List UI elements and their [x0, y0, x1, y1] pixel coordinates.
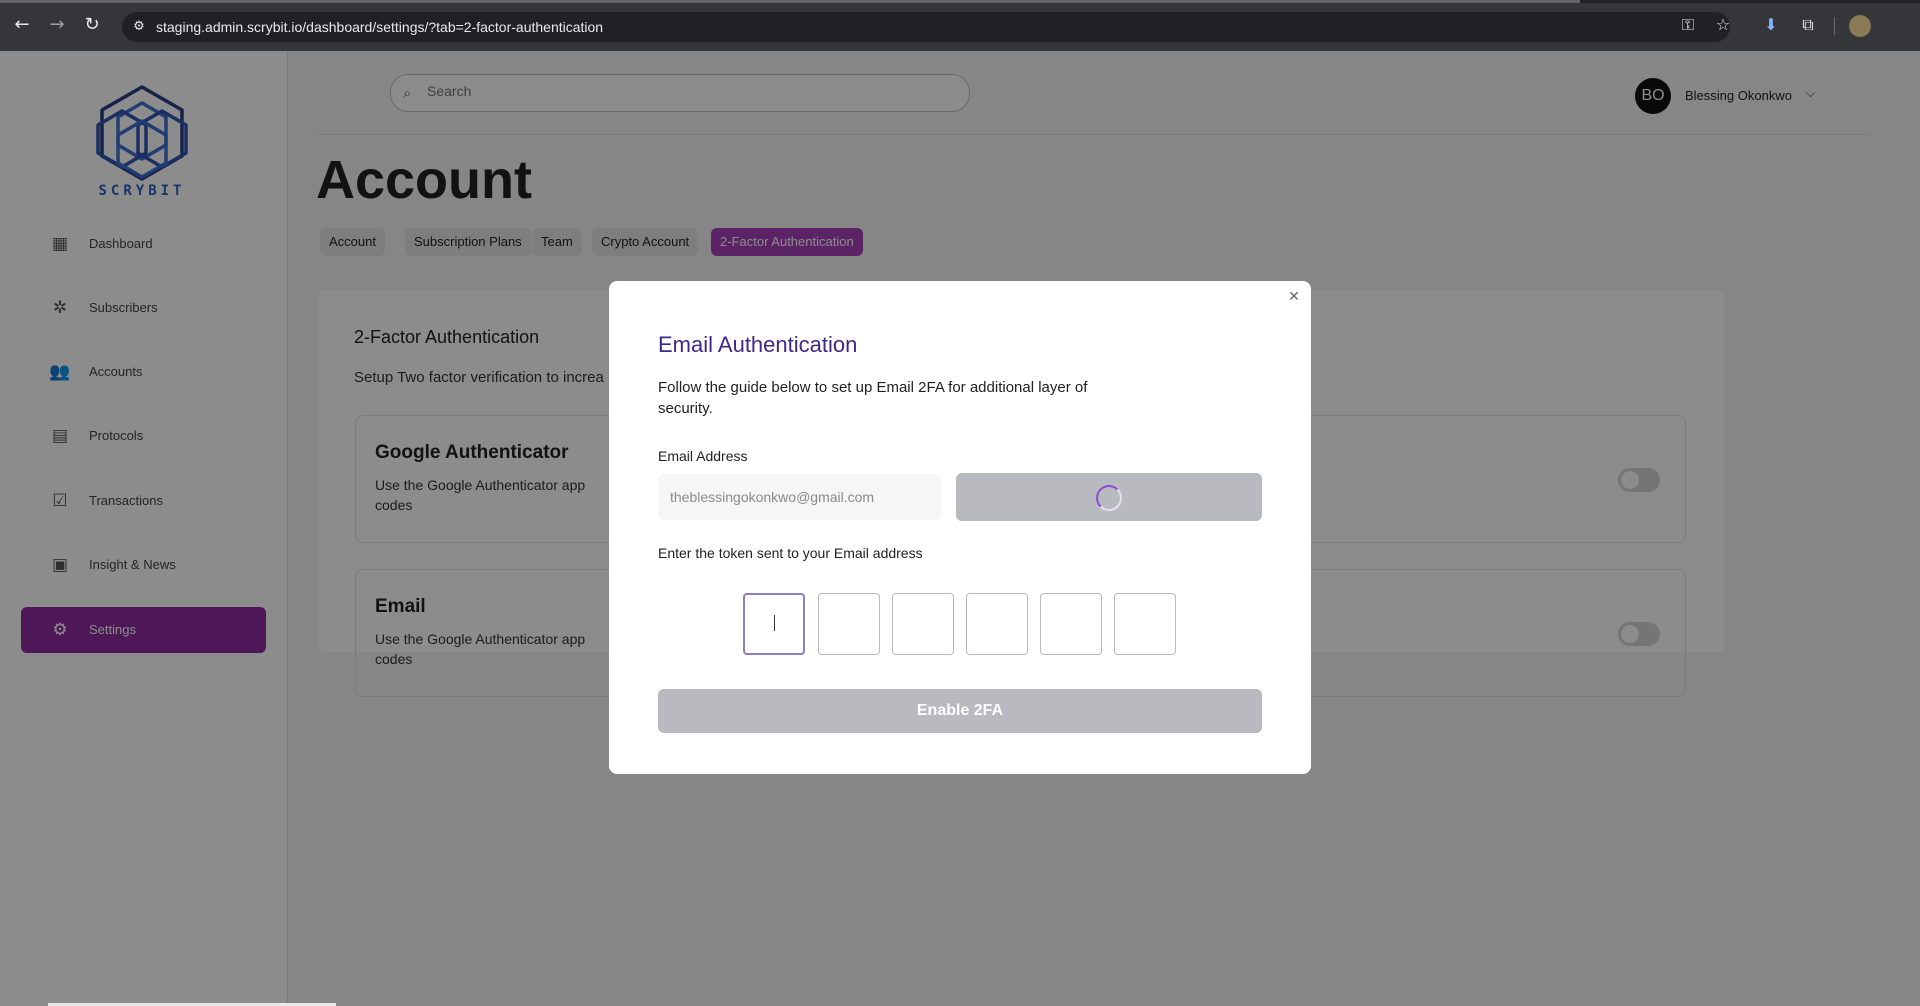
- address-bar[interactable]: ⚙ staging.admin.scrybit.io/dashboard/set…: [122, 12, 1730, 42]
- otp-digit-6[interactable]: [1114, 593, 1176, 655]
- modal-title: Email Authentication: [658, 332, 858, 357]
- reload-icon[interactable]: ↻: [80, 13, 104, 37]
- email-authentication-modal: ✕ Email Authentication Follow the guide …: [609, 281, 1311, 774]
- back-icon[interactable]: ←: [10, 13, 34, 37]
- profile-avatar[interactable]: [1849, 15, 1871, 37]
- browser-toolbar: ← → ↻ ⚙ staging.admin.scrybit.io/dashboa…: [0, 0, 1920, 51]
- otp-digit-3[interactable]: [892, 593, 954, 655]
- download-icon[interactable]: ⬇: [1760, 14, 1782, 36]
- otp-digit-2[interactable]: [818, 593, 880, 655]
- loading-spinner-icon: [1096, 485, 1122, 511]
- password-key-icon[interactable]: ⚿: [1677, 14, 1699, 36]
- send-token-button[interactable]: [956, 473, 1262, 521]
- forward-icon[interactable]: →: [45, 13, 69, 37]
- otp-digit-4[interactable]: [966, 593, 1028, 655]
- extensions-icon[interactable]: ⧉: [1797, 14, 1819, 36]
- toolbar-separator: [1834, 17, 1835, 35]
- site-info-icon[interactable]: ⚙: [130, 18, 148, 36]
- close-icon[interactable]: ✕: [1286, 289, 1302, 305]
- tab-strip: [0, 0, 1920, 3]
- active-tab-indicator: [0, 0, 1580, 3]
- token-label: Enter the token sent to your Email addre…: [658, 545, 923, 561]
- modal-description: Follow the guide below to set up Email 2…: [658, 379, 1088, 417]
- url-text[interactable]: staging.admin.scrybit.io/dashboard/setti…: [156, 19, 603, 35]
- enable-2fa-button[interactable]: Enable 2FA: [658, 689, 1262, 733]
- email-field[interactable]: [658, 474, 941, 520]
- text-caret: [774, 615, 775, 631]
- email-label: Email Address: [658, 448, 748, 464]
- bookmark-star-icon[interactable]: ☆: [1712, 14, 1734, 36]
- otp-digit-5[interactable]: [1040, 593, 1102, 655]
